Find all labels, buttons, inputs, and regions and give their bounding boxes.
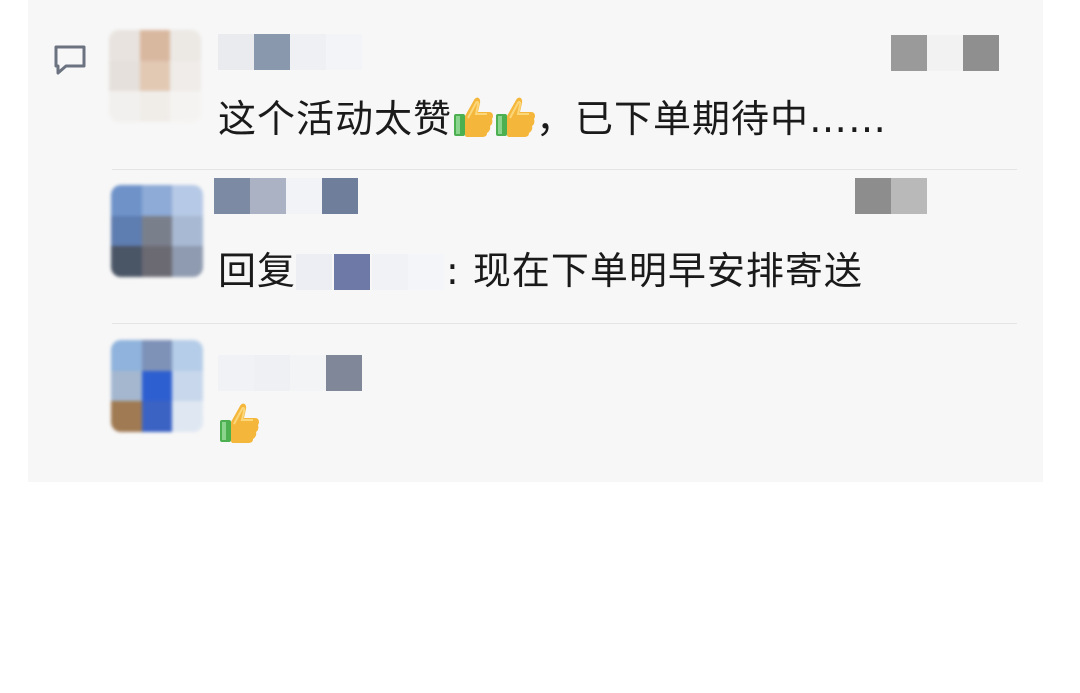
avatar[interactable] — [111, 185, 203, 277]
comment-text-main: 这个活动太赞 — [218, 97, 453, 141]
comment-text — [218, 400, 260, 448]
thumbs-up-icon — [496, 97, 536, 137]
reply-target-redacted — [296, 252, 446, 292]
reply-text-body: 现在下单明早安排寄送 — [472, 249, 863, 293]
username-redacted — [218, 34, 362, 70]
thumbs-up-icon — [220, 403, 259, 443]
username-redacted — [218, 355, 362, 391]
timestamp-redacted — [855, 178, 927, 214]
thumbs-up-icon — [454, 97, 494, 137]
divider — [112, 169, 1017, 170]
comment-text: 这个活动太赞 ，已下单期待中…… — [218, 94, 887, 142]
divider — [112, 323, 1017, 324]
reply-prefix: 回复 — [218, 249, 297, 293]
reply-text: : — [446, 249, 460, 293]
comment-icon — [54, 45, 86, 75]
timestamp-redacted — [891, 35, 999, 71]
username-redacted — [214, 178, 358, 214]
avatar[interactable] — [109, 30, 201, 122]
comment-text-tail: ，已下单期待中…… — [536, 97, 888, 141]
avatar[interactable] — [111, 340, 203, 432]
comment-text: 回复: 现在下单明早安排寄送 — [218, 248, 863, 294]
